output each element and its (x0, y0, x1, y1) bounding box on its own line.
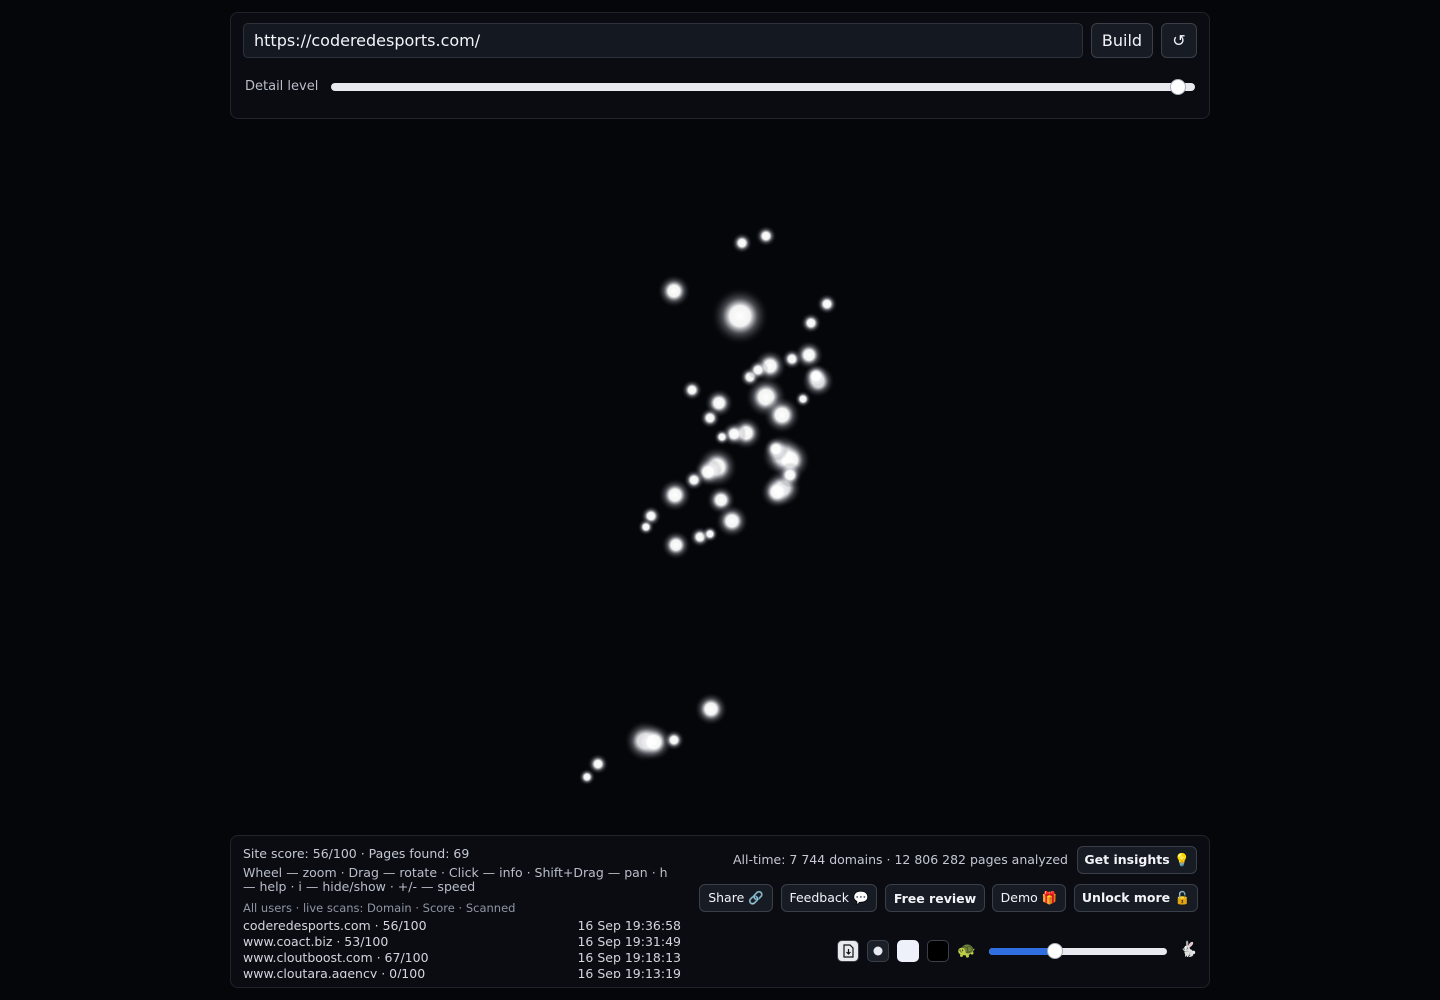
info-panel: Site score: 56/100 · Pages found: 69 Whe… (230, 835, 1210, 988)
graph-node[interactable] (777, 462, 803, 488)
scan-domain[interactable]: coderedesports.com · 56/100 (243, 918, 427, 934)
graph-node[interactable] (794, 390, 812, 408)
demo-button[interactable]: Demo 🎁 (992, 884, 1066, 912)
list-item[interactable]: www.coact.biz · 53/100 16 Sep 19:31:49 (243, 934, 681, 950)
scan-domain[interactable]: www.coact.biz · 53/100 (243, 934, 388, 950)
free-review-button[interactable]: Free review (885, 884, 985, 912)
scan-domain[interactable]: www.cloutboost.com · 67/100 (243, 950, 429, 966)
scan-time: 16 Sep 19:13:19 (577, 966, 681, 978)
get-insights-button[interactable]: Get insights 💡 (1077, 846, 1197, 874)
graph-node[interactable] (800, 312, 822, 334)
node-style-button[interactable] (867, 940, 889, 962)
feedback-button[interactable]: Feedback 💬 (781, 884, 877, 912)
graph-node[interactable] (658, 478, 692, 512)
site-stats: Site score: 56/100 · Pages found: 69 (243, 846, 470, 861)
refresh-icon: ↺ (1172, 31, 1186, 50)
graph-node[interactable] (763, 436, 789, 462)
list-item[interactable]: www.cloutboost.com · 67/100 16 Sep 19:18… (243, 950, 681, 966)
download-button[interactable] (837, 940, 859, 962)
scan-time: 16 Sep 19:18:13 (577, 950, 681, 965)
live-scans-list: coderedesports.com · 56/100 16 Sep 19:36… (243, 918, 681, 978)
turtle-icon: 🐢 (957, 941, 976, 959)
detail-level-slider-thumb[interactable] (1169, 79, 1186, 95)
site-graph-canvas[interactable] (230, 130, 1210, 830)
graph-node[interactable] (637, 518, 655, 536)
graph-node[interactable] (713, 428, 731, 446)
graph-node[interactable] (803, 363, 829, 389)
url-input[interactable] (243, 23, 1083, 58)
list-item[interactable]: www.cloutara.agency · 0/100 16 Sep 19:13… (243, 966, 681, 978)
scan-time: 16 Sep 19:36:58 (577, 918, 681, 933)
share-button[interactable]: Share 🔗 (699, 884, 773, 912)
light-theme-button[interactable] (897, 940, 919, 962)
list-item[interactable]: coderedesports.com · 56/100 16 Sep 19:36… (243, 918, 681, 934)
graph-node[interactable] (663, 729, 685, 751)
graph-node[interactable] (699, 407, 721, 429)
unlock-more-button[interactable]: Unlock more 🔓 (1074, 884, 1198, 912)
graph-nodes[interactable] (578, 225, 838, 786)
graph-node[interactable] (681, 379, 703, 401)
dark-theme-button[interactable] (927, 940, 949, 962)
build-button[interactable]: Build (1091, 23, 1153, 58)
help-text: Wheel — zoom · Drag — rotate · Click — i… (243, 865, 668, 894)
live-scans-header: All users · live scans: Domain · Score ·… (243, 901, 516, 915)
scan-time: 16 Sep 19:31:49 (577, 934, 681, 949)
graph-node[interactable] (694, 692, 728, 726)
download-icon (843, 944, 854, 958)
graph-node[interactable] (701, 525, 719, 543)
graph-node[interactable] (755, 225, 777, 247)
reset-button[interactable]: ↺ (1161, 23, 1197, 58)
detail-level-label: Detail level (245, 79, 319, 94)
graph-node[interactable] (578, 768, 596, 786)
graph-node[interactable] (731, 232, 753, 254)
speed-slider-thumb[interactable] (1046, 943, 1063, 959)
speed-slider-fill (989, 948, 1055, 955)
rabbit-icon: 🐇 (1179, 940, 1198, 958)
graph-node[interactable] (657, 274, 691, 308)
graph-node[interactable] (816, 293, 838, 315)
graph-node[interactable] (710, 286, 770, 346)
all-time-stats: All-time: 7 744 domains · 12 806 282 pag… (733, 852, 1068, 867)
speed-slider[interactable] (989, 943, 1167, 959)
scan-domain[interactable]: www.cloutara.agency · 0/100 (243, 966, 425, 978)
graph-node[interactable] (715, 504, 749, 538)
detail-level-slider[interactable] (331, 79, 1195, 95)
url-toolbar: Build ↺ Detail level (230, 12, 1210, 119)
graph-node[interactable] (661, 530, 691, 560)
dot-icon (873, 946, 883, 956)
